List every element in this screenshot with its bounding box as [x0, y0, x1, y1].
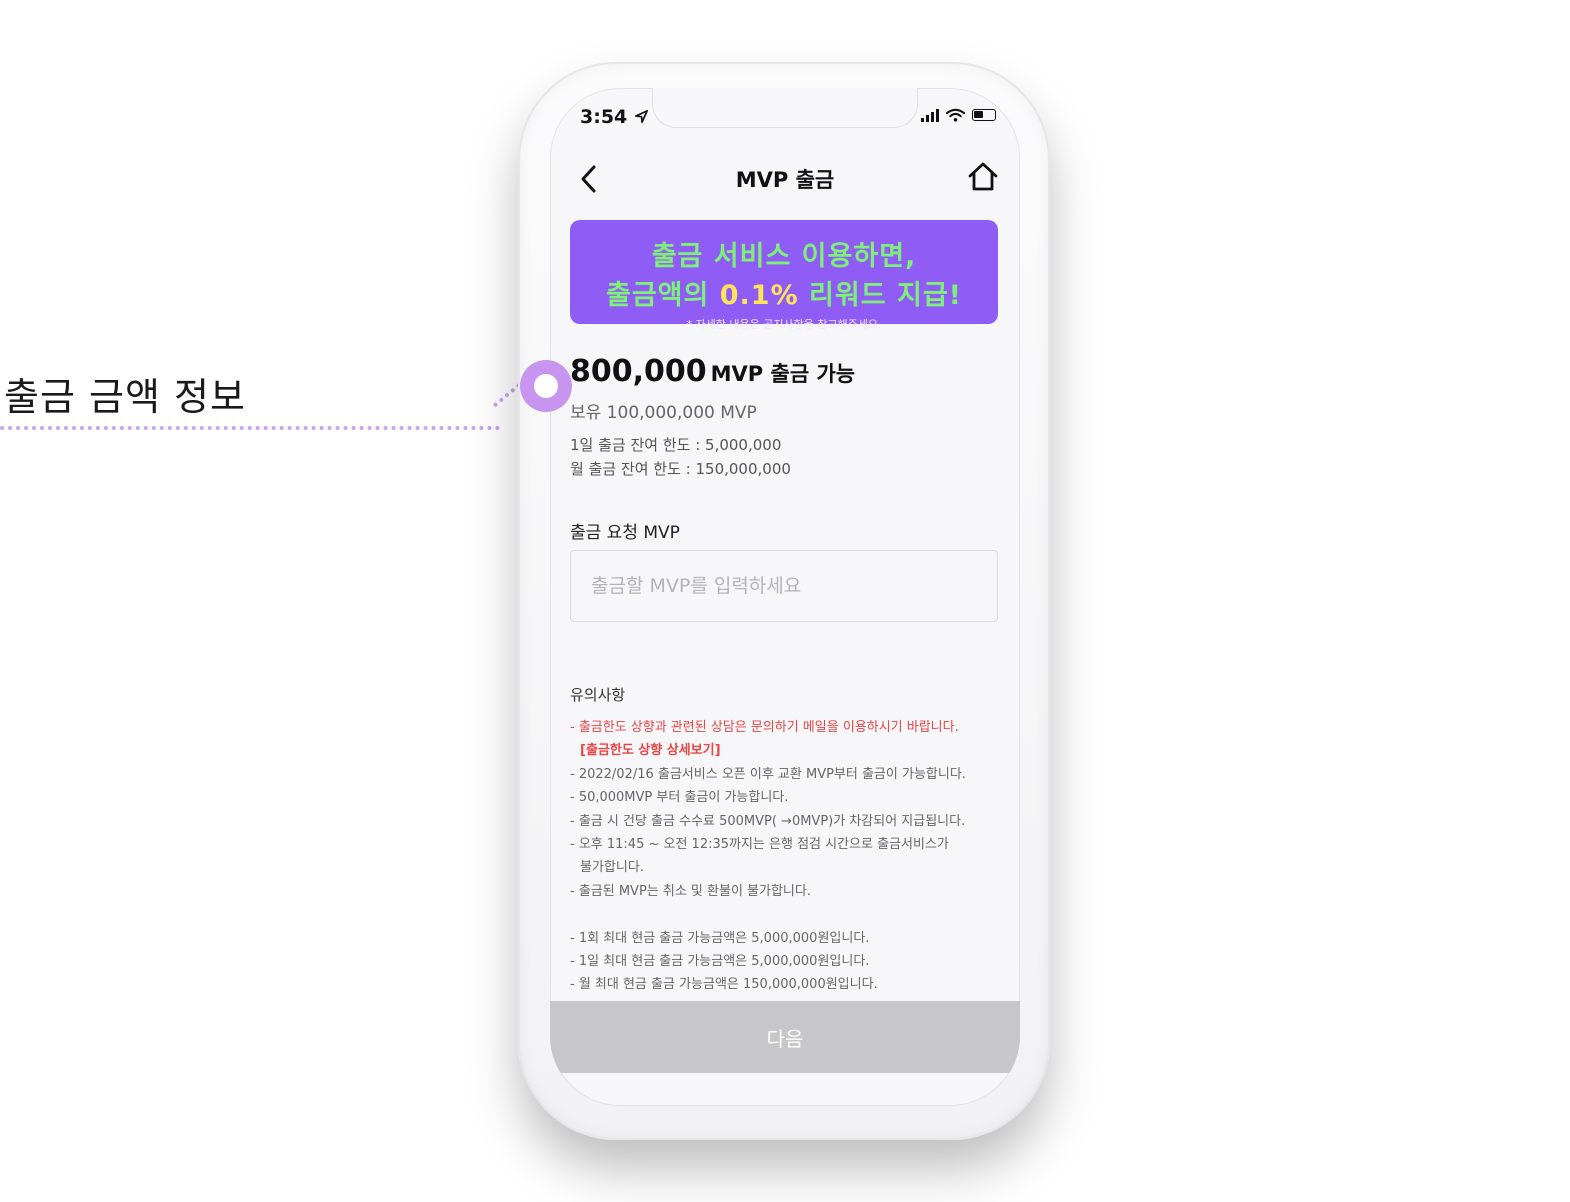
status-icons [921, 108, 996, 122]
cash-limit-line: - 1일 최대 현금 출금 가능금액은 5,000,000원입니다. [570, 954, 870, 970]
notch [652, 88, 918, 128]
notice-title: 유의사항 [570, 686, 626, 704]
home-button[interactable] [966, 160, 1000, 194]
reward-banner[interactable]: 출금 서비스 이용하면, 출금액의 0.1% 리워드 지급! * 자세한 내용은… [570, 220, 998, 331]
available-amount-suffix: MVP 출금 가능 [710, 362, 856, 386]
notice-line: - 출금된 MVP는 취소 및 환불이 불가합니다. [570, 883, 811, 899]
cash-limit-line: - 1회 최대 현금 출금 가능금액은 5,000,000원입니다. [570, 930, 870, 946]
page-title: MVP 출금 [735, 168, 835, 192]
cellular-signal-icon [921, 108, 939, 122]
banner-headline-2: 출금액의 0.1% 리워드 지급! [606, 280, 962, 311]
notice-line: - 출금 시 건당 출금 수수료 500MVP( →0MVP)가 차감되어 지급… [570, 813, 966, 829]
limit-increase-link[interactable]: [출금한도 상향 상세보기] [570, 739, 1010, 762]
banner-accent: 0.1% [719, 280, 799, 311]
location-arrow-icon [634, 110, 648, 123]
monthly-limit: 월 출금 잔여 한도 : 150,000,000 [570, 460, 791, 478]
notice-line: 불가합니다. [580, 860, 644, 876]
request-amount-input[interactable] [571, 551, 997, 621]
request-label: 출금 요청 MVP [570, 523, 680, 543]
notice-list: - 출금한도 상향과 관련된 상담은 문의하기 메일을 이용하시기 바랍니다. … [570, 716, 1010, 997]
wifi-icon [946, 108, 965, 122]
notice-red-line: - 출금한도 상향과 관련된 상담은 문의하기 메일을 이용하시기 바랍니다. [570, 720, 959, 735]
callout-marker-icon [520, 360, 572, 412]
status-time: 3:54 [580, 106, 649, 128]
available-amount: 800,000 MVP 출금 가능 [570, 354, 855, 389]
battery-icon [972, 109, 996, 121]
available-amount-value: 800,000 [570, 354, 707, 389]
notice-line: - 2022/02/16 출금서비스 오픈 이후 교환 MVP부터 출금이 가능… [570, 766, 966, 782]
request-field[interactable] [570, 550, 998, 622]
notice-spacer [570, 903, 1010, 926]
callout-dotted-line [0, 426, 500, 430]
banner-headline-1: 출금 서비스 이용하면, [651, 241, 917, 272]
daily-limit: 1일 출금 잔여 한도 : 5,000,000 [570, 436, 782, 454]
notice-line: - 50,000MVP 부터 출금이 가능합니다. [570, 790, 789, 806]
home-icon [968, 162, 998, 191]
banner-note: * 자세한 내용은 공지사항을 참고해주세요. [686, 318, 882, 331]
cash-limit-line: - 월 최대 현금 출금 가능금액은 150,000,000원입니다. [570, 977, 878, 993]
notice-line: - 오후 11:45 ~ 오전 12:35까지는 은행 점검 시간으로 출금서비… [570, 837, 949, 853]
next-button[interactable]: 다음 [550, 1001, 1020, 1073]
holding-balance: 보유 100,000,000 MVP [570, 403, 757, 423]
phone-screen: 3:54 MVP 출금 출금 서비스 이용하면, 출금액의 0.1% 리워드 지… [550, 88, 1020, 1106]
callout-label: 출금 금액 정보 [4, 375, 246, 419]
